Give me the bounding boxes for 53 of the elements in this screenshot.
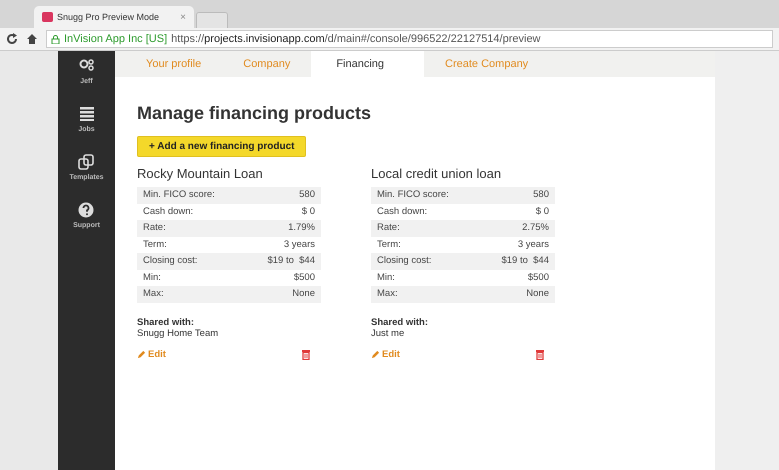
field-value: 3 years	[518, 238, 549, 251]
page-heading: Manage financing products	[137, 103, 372, 124]
product-name: Rocky Mountain Loan	[137, 166, 264, 181]
field-label: Closing cost:	[377, 255, 432, 268]
field-label: Min:	[143, 272, 161, 284]
field-value: $500	[294, 272, 315, 284]
shared-value: Snugg Home Team	[137, 328, 220, 338]
field-label: Closing cost:	[143, 255, 198, 268]
help-icon	[77, 201, 96, 219]
field-label: Term:	[143, 238, 167, 251]
field-value: 580	[533, 189, 549, 202]
field-value: None	[526, 288, 549, 300]
browser-tab[interactable]: Snugg Pro Preview Mode ×	[34, 6, 194, 28]
field-value: 580	[299, 189, 315, 202]
field-value: 1.79%	[288, 222, 315, 234]
field-label: Term:	[377, 238, 401, 251]
shared-value: Just me	[371, 328, 406, 338]
field-label: Cash down:	[143, 206, 194, 218]
list-icon	[78, 105, 96, 123]
field-value: $ 0	[536, 206, 549, 218]
field-label: Rate:	[143, 222, 166, 234]
favicon-icon	[42, 12, 53, 22]
field-value: $19 to $44	[267, 255, 315, 268]
site-identity: InVision App Inc [US]	[64, 33, 168, 45]
copy-icon	[77, 153, 96, 171]
delete-icon[interactable]	[301, 348, 311, 360]
field-label: Cash down:	[377, 206, 428, 218]
field-value: None	[292, 288, 315, 300]
add-product-button[interactable]: + Add a new financing product	[137, 136, 306, 157]
field-label: Min. FICO score:	[377, 189, 449, 202]
field-label: Max:	[377, 288, 398, 300]
field-label: Min:	[377, 272, 395, 284]
field-label: Rate:	[377, 222, 400, 234]
tab[interactable]: Financing	[311, 51, 424, 77]
home-icon[interactable]	[26, 33, 38, 45]
address-bar[interactable]: InVision App Inc [US] https://projects.invisionapp.com/d/main#/console/996522/22127514/preview	[46, 30, 773, 48]
field-value: $500	[528, 272, 549, 284]
product-name: Local credit union loan	[371, 166, 502, 181]
tab-title: Snugg Pro Preview Mode	[57, 12, 160, 22]
field-value: $ 0	[302, 206, 315, 218]
lock-icon	[51, 34, 60, 44]
field-label: Min. FICO score:	[143, 189, 215, 202]
field-value: $19 to $44	[501, 255, 549, 268]
url-text: https://projects.invisionapp.com/d/main#/console/996522/22127514/preview	[171, 33, 541, 45]
field-value: 2.75%	[522, 222, 549, 234]
field-value: 3 years	[284, 238, 315, 251]
shared-label: Shared with:	[137, 316, 196, 328]
shared-label: Shared with:	[371, 316, 430, 328]
field-label: Max:	[143, 288, 164, 300]
reload-icon[interactable]	[6, 33, 18, 45]
delete-icon[interactable]	[535, 348, 545, 360]
pencil-icon	[371, 350, 380, 358]
pencil-icon	[137, 350, 146, 358]
